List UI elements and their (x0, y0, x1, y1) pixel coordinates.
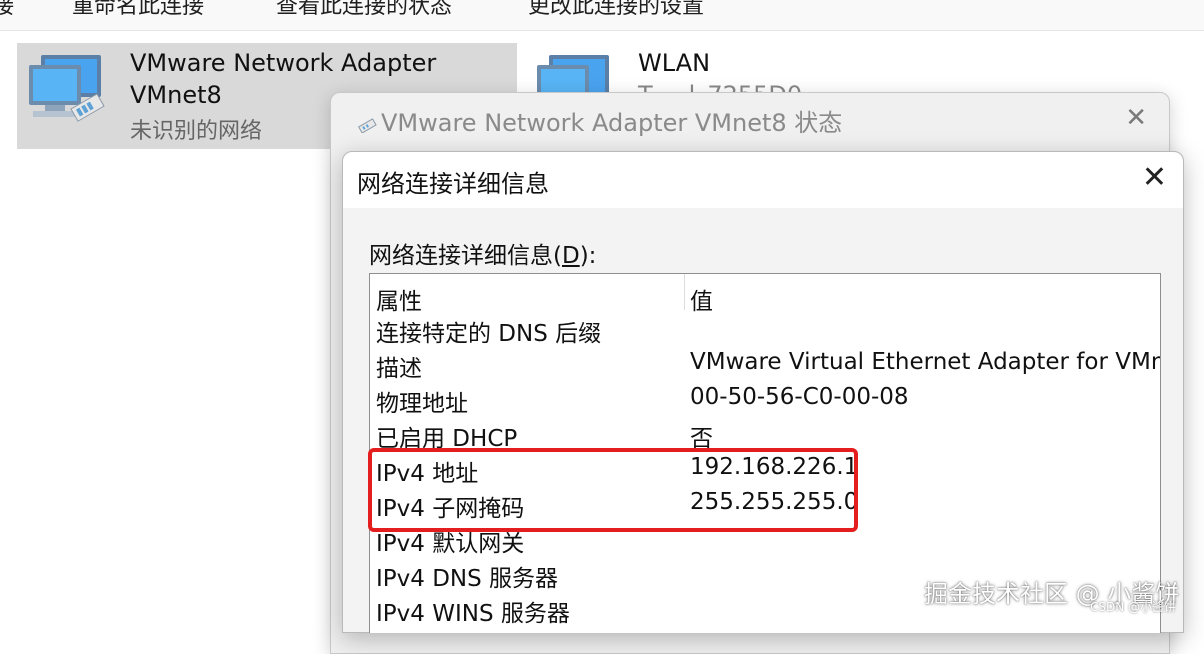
column-header-value[interactable]: 值 (690, 282, 713, 316)
details-dialog: 网络连接详细信息 ✕ 网络连接详细信息(D): 属性 值 连接特定的 DNS 后… (342, 151, 1184, 633)
list-header: 属性 值 (370, 274, 1160, 315)
network-adapter-icon (29, 55, 105, 122)
list-item[interactable]: 描述 VMware Virtual Ethernet Adapter for VM… (370, 349, 1160, 384)
property-cell: IPv4 DNS 服务器 (376, 566, 559, 592)
status-dialog-title: VMware Network Adapter VMnet8 状态 (381, 109, 843, 137)
network-adapter-icon (358, 118, 377, 133)
property-cell: 连接特定的 DNS 后缀 (376, 321, 602, 347)
adapter-name-line1: WLAN (638, 49, 711, 77)
rename-connection-command[interactable]: 重命名此连接 (72, 0, 204, 20)
details-dialog-header: 网络连接详细信息 ✕ (343, 152, 1183, 208)
highlight-box (368, 448, 858, 532)
column-divider[interactable] (684, 274, 685, 310)
list-item[interactable]: 连接特定的 DNS 后缀 (370, 314, 1160, 349)
change-settings-command[interactable]: 更改此连接的设置 (528, 0, 704, 20)
view-status-command[interactable]: 查看此连接的状态 (276, 0, 452, 20)
property-cell: IPv4 WINS 服务器 (376, 601, 570, 627)
property-cell: 物理地址 (376, 391, 468, 417)
label-access-key: D (561, 243, 580, 269)
label-suffix: ): (579, 243, 597, 269)
value-cell: 00-50-56-C0-00-08 (690, 384, 909, 410)
property-cell: 描述 (376, 356, 422, 382)
watermark-small: CSDN @小酱饼 (1090, 600, 1177, 614)
details-list-label: 网络连接详细信息(D): (369, 236, 596, 270)
close-icon[interactable]: ✕ (1142, 160, 1167, 195)
column-header-property[interactable]: 属性 (376, 282, 422, 316)
adapter-status: 未识别的网络 (130, 119, 263, 144)
label-prefix: 网络连接详细信息( (369, 243, 562, 269)
command-bar: 接 重命名此连接 查看此连接的状态 更改此连接的设置 (0, 0, 1204, 31)
value-cell: VMware Virtual Ethernet Adapter for VMne… (690, 349, 1161, 375)
list-item[interactable]: 物理地址 00-50-56-C0-00-08 (370, 384, 1160, 419)
details-dialog-title: 网络连接详细信息 (357, 170, 549, 198)
command-partial[interactable]: 接 (0, 0, 14, 20)
close-icon[interactable]: ✕ (1125, 103, 1147, 133)
adapter-name-line1: VMware Network Adapter (130, 49, 437, 77)
